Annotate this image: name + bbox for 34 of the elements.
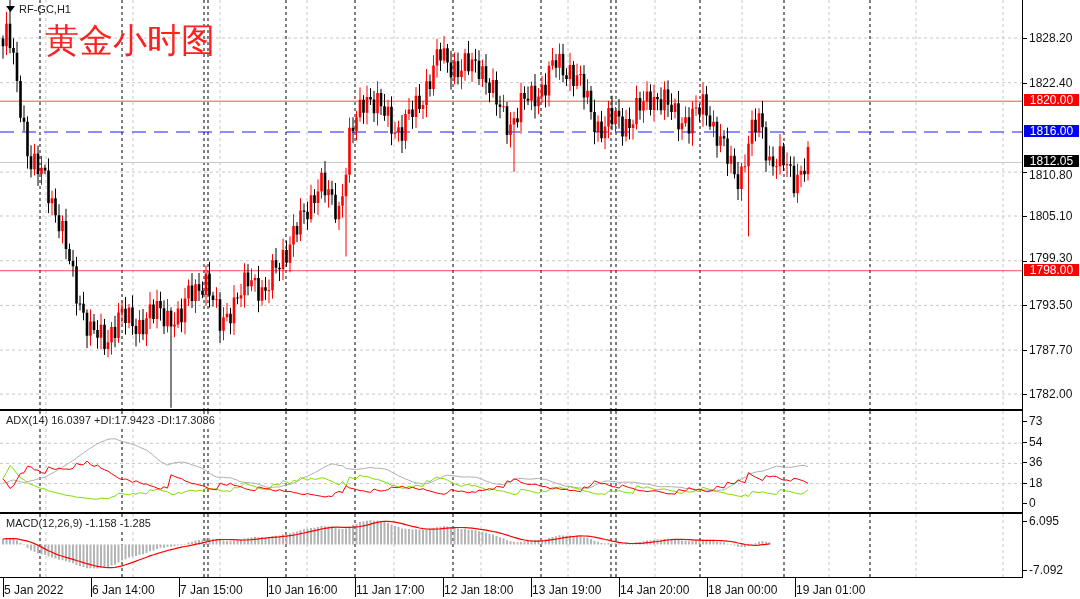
price-tag: 1816.00 (1024, 125, 1079, 137)
indicator-label: MACD(12,26,9) -1.158 -1.285 (6, 517, 151, 529)
time-axis-label: 12 Jan 18:00 (443, 578, 531, 597)
time-axis-label: 5 Jan 2022 (3, 578, 91, 597)
price-axis-label: 1805.10 (1029, 209, 1073, 223)
time-axis-label: 6 Jan 14:00 (91, 578, 179, 597)
time-axis-label: 10 Jan 16:00 (267, 578, 355, 597)
time-axis-label: 18 Jan 00:00 (707, 578, 795, 597)
time-axis-label: 14 Jan 20:00 (619, 578, 707, 597)
symbol-label: RF-GC,H1 (19, 3, 71, 15)
price-tag: 1798.00 (1024, 263, 1079, 276)
indicator-label: ADX(14) 16.0397 +DI:17.9423 -DI:17.3086 (6, 414, 215, 426)
time-axis-label: 19 Jan 01:00 (795, 578, 883, 597)
price-tag: 1820.00 (1024, 94, 1079, 107)
price-axis-label: 1787.70 (1029, 343, 1073, 358)
price-axis-label: 1828.20 (1029, 31, 1073, 45)
price-axis-label: 1810.80 (1029, 168, 1073, 183)
time-axis-label: 7 Jan 15:00 (179, 578, 267, 597)
price-axis-label: 1782.00 (1029, 387, 1073, 401)
indicator-axis-label: 54 (1029, 435, 1043, 450)
price-axis-label: 1793.50 (1029, 298, 1073, 313)
dropdown-triangle-icon[interactable] (6, 6, 15, 12)
indicator-axis-label: 73 (1029, 414, 1043, 428)
indicator-axis-label: 36 (1029, 455, 1043, 470)
time-axis-label: 13 Jan 19:00 (531, 578, 619, 597)
indicator-axis-label: 0 (1029, 495, 1036, 510)
time-axis-label: 11 Jan 17:00 (355, 578, 443, 597)
indicator-axis-label: -7.092 (1029, 562, 1064, 577)
indicator-axis-label: 6.095 (1029, 513, 1060, 528)
price-tag: 1812.05 (1024, 155, 1079, 168)
price-axis-label: 1822.40 (1029, 75, 1073, 90)
chart-title: 黄金小时图 (45, 20, 215, 60)
indicator-axis-label: 18 (1029, 475, 1043, 490)
price-axis-label: 1799.30 (1029, 250, 1073, 265)
